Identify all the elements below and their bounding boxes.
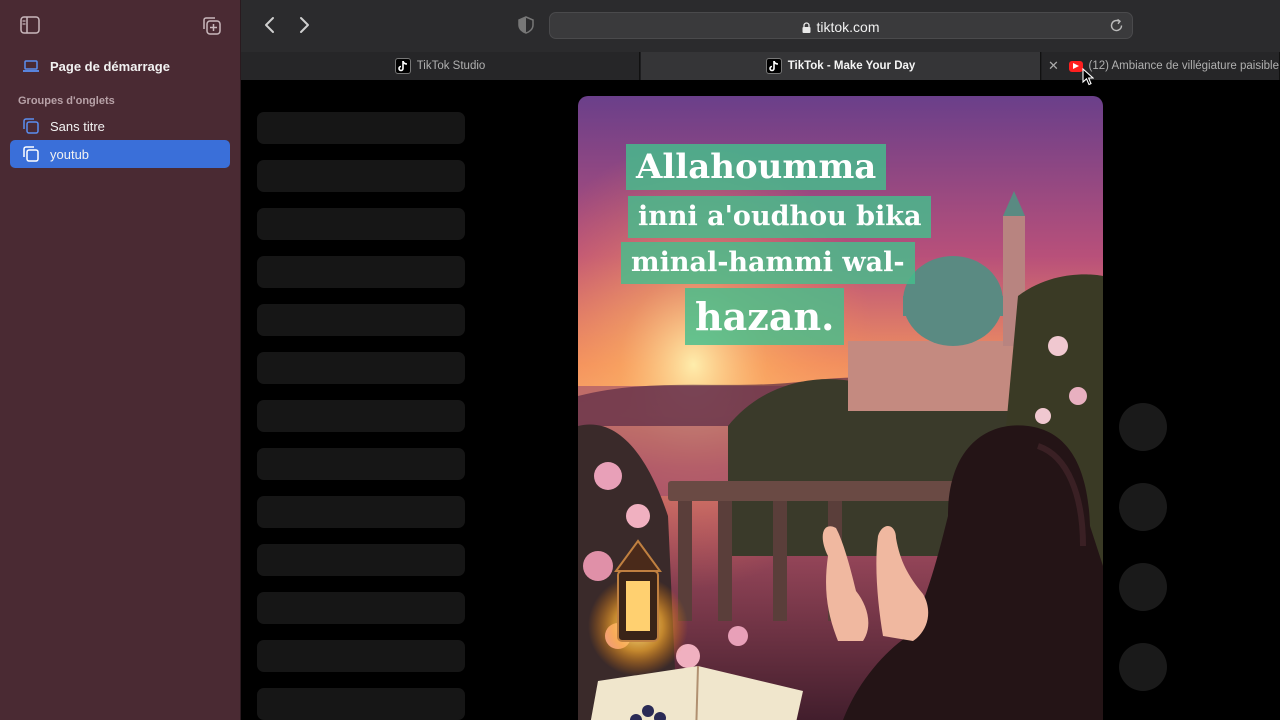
reload-icon[interactable] bbox=[1109, 18, 1124, 33]
forward-chevron-icon[interactable] bbox=[293, 14, 315, 36]
loading-placeholder bbox=[257, 256, 465, 288]
tab-group-icon bbox=[23, 118, 39, 134]
share-button[interactable] bbox=[1119, 643, 1167, 691]
comment-button[interactable] bbox=[1119, 483, 1167, 531]
caption-line: inni a'oudhou bika bbox=[628, 196, 932, 238]
caption-line: hazan. bbox=[685, 288, 845, 345]
back-chevron-icon[interactable] bbox=[259, 14, 281, 36]
laptop-icon bbox=[23, 60, 39, 72]
caption-line: Allahoumma bbox=[626, 144, 887, 190]
loading-placeholder bbox=[257, 640, 465, 672]
sidebar-item-label: youtub bbox=[50, 146, 90, 162]
tab-label: TikTok Studio bbox=[416, 60, 486, 72]
tab-tiktok-studio[interactable]: TikTok Studio bbox=[241, 52, 640, 80]
youtube-icon bbox=[1068, 60, 1083, 72]
loading-placeholder bbox=[257, 208, 465, 240]
loading-placeholder bbox=[257, 304, 465, 336]
sidebar-item-label: Page de démarrage bbox=[50, 58, 170, 74]
close-tab-icon[interactable]: ✕ bbox=[1048, 58, 1059, 74]
page-content: Allahoumma inni a'oudhou bika minal-hamm… bbox=[241, 80, 1280, 720]
sidebar-item-label: Sans titre bbox=[50, 118, 105, 134]
loading-placeholder bbox=[257, 160, 465, 192]
tab-tiktok-make-your-day[interactable]: TikTok - Make Your Day bbox=[641, 52, 1041, 80]
video-player[interactable]: Allahoumma inni a'oudhou bika minal-hamm… bbox=[578, 96, 1103, 720]
tab-bar: TikTok Studio TikTok - Make Your Day ✕ (… bbox=[241, 52, 1280, 80]
tiktok-icon bbox=[765, 58, 782, 74]
mouse-pointer-icon bbox=[1082, 68, 1094, 86]
new-tab-group-icon[interactable] bbox=[202, 16, 222, 36]
tab-label: TikTok - Make Your Day bbox=[787, 60, 916, 72]
lock-icon bbox=[802, 22, 811, 33]
caption-line: minal-hammi wal- bbox=[621, 242, 915, 284]
privacy-shield-icon[interactable] bbox=[517, 16, 535, 34]
tiktok-icon bbox=[394, 58, 411, 74]
tab-groups-heading: Groupes d'onglets bbox=[18, 95, 115, 107]
sidebar-item-start-page[interactable]: Page de démarrage bbox=[10, 52, 230, 80]
loading-placeholder bbox=[257, 496, 465, 528]
sidebar-item-youtub[interactable]: youtub bbox=[10, 140, 230, 168]
loading-placeholder bbox=[257, 592, 465, 624]
sidebar-toggle-icon[interactable] bbox=[20, 16, 40, 34]
loading-placeholder bbox=[257, 352, 465, 384]
loading-placeholder bbox=[257, 448, 465, 480]
tab-group-icon bbox=[23, 146, 39, 162]
bookmark-button[interactable] bbox=[1119, 563, 1167, 611]
browser-toolbar: tiktok.com bbox=[241, 0, 1280, 52]
tab-youtube-ambiance[interactable]: ✕ (12) Ambiance de villégiature paisible bbox=[1042, 52, 1280, 80]
loading-placeholder bbox=[257, 400, 465, 432]
loading-placeholder bbox=[257, 112, 465, 144]
address-bar[interactable]: tiktok.com bbox=[549, 12, 1133, 39]
url-text: tiktok.com bbox=[816, 19, 880, 35]
sidebar: Page de démarrage Groupes d'onglets Sans… bbox=[0, 0, 241, 720]
loading-placeholder bbox=[257, 688, 465, 720]
sidebar-item-sans-titre[interactable]: Sans titre bbox=[10, 112, 230, 140]
loading-placeholder bbox=[257, 544, 465, 576]
tab-label: (12) Ambiance de villégiature paisible bbox=[1088, 60, 1280, 72]
like-button[interactable] bbox=[1119, 403, 1167, 451]
